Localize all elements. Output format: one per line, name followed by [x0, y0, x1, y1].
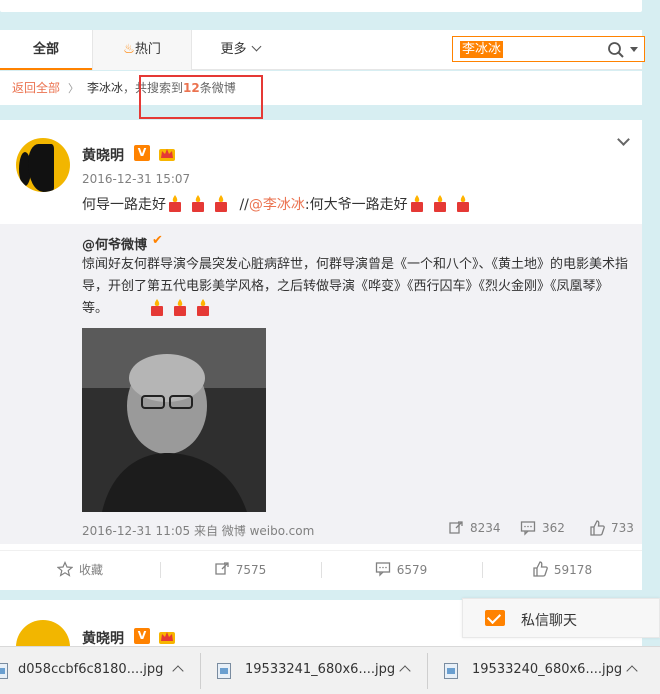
previous-card-edge [0, 0, 642, 12]
favorite-label: 收藏 [78, 563, 103, 577]
post-text-start: 何导一路走好 [82, 197, 166, 213]
post-menu-chevron-icon[interactable] [617, 133, 630, 146]
quoted-author-name[interactable]: @何爷微博 [82, 234, 147, 253]
like-count: 59178 [553, 563, 593, 577]
search-options-caret-icon[interactable] [630, 47, 638, 52]
tab-more[interactable]: 更多 [200, 30, 280, 70]
image-file-icon [444, 663, 458, 679]
post-author-name[interactable]: 黄晓明 [82, 145, 124, 165]
quoted-repost-count: 8234 [470, 521, 501, 535]
post-action-bar: 收藏 7575 6579 59178 [0, 550, 642, 588]
breadcrumb: 返回全部〉李冰冰，共搜索到12条微博 [0, 71, 642, 105]
quoted-photo[interactable] [82, 328, 266, 512]
mention-link[interactable]: @李冰冰 [249, 197, 305, 213]
comment-icon [520, 521, 536, 536]
favorite-button[interactable]: 收藏 [0, 551, 160, 589]
download-item[interactable]: d058ccbf6c8180....jpg [0, 647, 200, 694]
candle-emoji-icon [169, 195, 181, 212]
like-button[interactable]: 59178 [482, 551, 642, 589]
thumbs-up-icon [533, 561, 548, 577]
verified-check-icon: ✔ [152, 233, 163, 248]
download-filename: d058ccbf6c8180....jpg [18, 662, 164, 677]
chevron-up-icon[interactable] [172, 665, 184, 677]
tab-all-label: 全部 [32, 42, 59, 57]
fire-icon: ♨ [123, 42, 135, 57]
repost-button[interactable]: 7575 [160, 551, 320, 589]
quoted-post: @何爷微博 ✔ 惊闻好友何群导演今晨突发心脏病辞世，何群导演曾是《一个和八个》、… [0, 224, 642, 544]
search-icon[interactable] [607, 41, 625, 59]
star-icon [56, 561, 74, 577]
downloads-bar: d058ccbf6c8180....jpg 19533241_680x6....… [0, 646, 660, 694]
tab-hot-label: 热门 [134, 42, 161, 57]
candle-emoji-icon [410, 195, 423, 212]
quoted-comment-count: 362 [542, 521, 565, 535]
chevron-up-icon[interactable] [399, 665, 411, 677]
repost-count: 7575 [235, 563, 267, 577]
post-text: 何导一路走好 //@李冰冰:何大爷一路走好 [82, 192, 477, 218]
quoted-like-button[interactable]: 733 [589, 520, 634, 536]
quoted-like-count: 733 [611, 521, 634, 535]
avatar[interactable] [16, 138, 70, 192]
chat-label: 私信聊天 [521, 613, 577, 629]
weibo-post-card: 黄晓明 V 2016-12-31 15:07 何导一路走好 //@李冰冰:何大爷… [0, 120, 642, 590]
chevron-right-icon: 〉 [68, 82, 80, 95]
candle-emoji-icon [174, 299, 186, 316]
comment-icon [375, 562, 390, 577]
repost-icon [215, 562, 229, 575]
download-filename: 19533240_680x6....jpg [472, 662, 623, 677]
download-item[interactable]: 19533241_680x6....jpg [201, 647, 427, 694]
quoted-meta: 2016-12-31 11:05 来自 微博 weibo.com [82, 524, 315, 538]
candle-emoji-icon [151, 299, 163, 316]
repost-separator: // [235, 197, 249, 213]
chevron-up-icon[interactable] [626, 665, 638, 677]
search-input[interactable]: 李冰冰 [460, 41, 504, 58]
vip-crown-icon[interactable] [158, 144, 176, 162]
chevron-down-icon [251, 41, 261, 52]
tab-all[interactable]: 全部 [0, 30, 92, 70]
candle-emoji-icon [433, 195, 446, 212]
download-filename: 19533241_680x6....jpg [245, 662, 396, 677]
highlight-annotation-box [139, 75, 263, 119]
post-author-name[interactable]: 黄晓明 [82, 628, 124, 648]
search-term: 李冰冰 [87, 81, 124, 95]
candle-emoji-icon [215, 195, 227, 212]
image-file-icon [217, 663, 231, 679]
tab-more-label: 更多 [220, 42, 247, 57]
candle-emoji-icon [456, 195, 469, 212]
post-text-end: :何大爷一路走好 [304, 197, 408, 213]
post-timestamp[interactable]: 2016-12-31 15:07 [82, 172, 190, 186]
quoted-comment-button[interactable]: 362 [520, 520, 565, 536]
private-message-chat-button[interactable]: 私信聊天 [462, 598, 660, 638]
candle-emoji-icon [192, 195, 204, 212]
download-item[interactable]: 19533240_680x6....jpg [428, 647, 660, 694]
comment-button[interactable]: 6579 [321, 551, 481, 589]
repost-icon [449, 521, 463, 534]
back-to-all-link[interactable]: 返回全部 [12, 81, 60, 95]
search-box: 李冰冰 [452, 36, 645, 62]
verified-badge-icon: V [134, 145, 150, 161]
thumbs-up-icon [590, 520, 605, 536]
quoted-repost-button[interactable]: 8234 [448, 520, 501, 536]
image-file-icon [0, 663, 8, 679]
verified-badge-icon: V [134, 628, 150, 644]
quoted-candles [148, 298, 217, 317]
candle-emoji-icon [197, 299, 209, 316]
mail-icon [485, 610, 505, 626]
vip-crown-icon[interactable] [158, 627, 176, 645]
tab-hot[interactable]: ♨热门 [92, 30, 192, 70]
comment-count: 6579 [396, 563, 428, 577]
